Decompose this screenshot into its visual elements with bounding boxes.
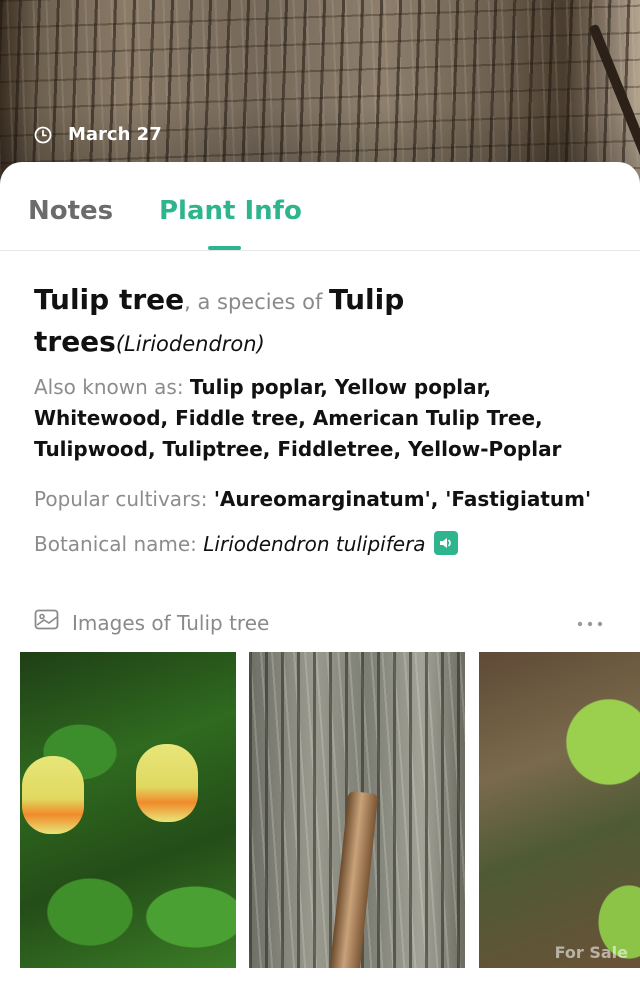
tulip-flowers-photo[interactable] [20, 652, 236, 968]
content-sheet: Notes Plant Info Tulip tree, a species o… [0, 162, 640, 1001]
cultivars-value: 'Aureomarginatum', 'Fastigiatum' [213, 487, 592, 511]
image-gallery-icon [34, 609, 60, 636]
botanical-name-value: Liriodendron tulipifera [203, 532, 426, 556]
cultivars-label: Popular cultivars: [34, 487, 214, 511]
tulip-flower [136, 744, 198, 822]
tulip-flower [22, 756, 84, 834]
images-section-header: Images of Tulip tree [34, 609, 269, 636]
tab-notes[interactable]: Notes [28, 196, 113, 226]
date-label: March 27 [68, 124, 162, 145]
more-dots-icon[interactable] [576, 614, 604, 627]
botanical-name-row: Botanical name: Liriodendron tulipifera [34, 529, 614, 560]
speaker-icon[interactable] [433, 531, 458, 555]
wooden-stake [329, 790, 379, 968]
species-connector: , a species of [184, 290, 330, 314]
date-row: March 27 [34, 124, 162, 145]
genus-scientific-name: (Liriodendron) [115, 332, 265, 356]
hero-branch [588, 23, 640, 167]
also-known-as-row: Also known as: Tulip poplar, Yellow popl… [34, 372, 614, 465]
leaf-photo[interactable]: For Sale [479, 652, 640, 968]
tab-plant-info[interactable]: Plant Info [159, 196, 302, 226]
plant-title: Tulip tree, a species of Tulip trees(Lir… [34, 280, 614, 364]
tab-bar: Notes Plant Info [0, 162, 640, 251]
watermark-text: For Sale [554, 943, 628, 962]
images-heading: Images of Tulip tree [72, 610, 270, 635]
bark-photo[interactable] [249, 652, 465, 968]
active-tab-indicator [208, 246, 241, 250]
botanical-name-label: Botanical name: [34, 532, 204, 556]
also-known-as-label: Also known as: [34, 375, 190, 399]
cultivars-row: Popular cultivars: 'Aureomarginatum', 'F… [34, 484, 614, 515]
clock-icon [34, 126, 52, 144]
common-name: Tulip tree [34, 283, 185, 316]
